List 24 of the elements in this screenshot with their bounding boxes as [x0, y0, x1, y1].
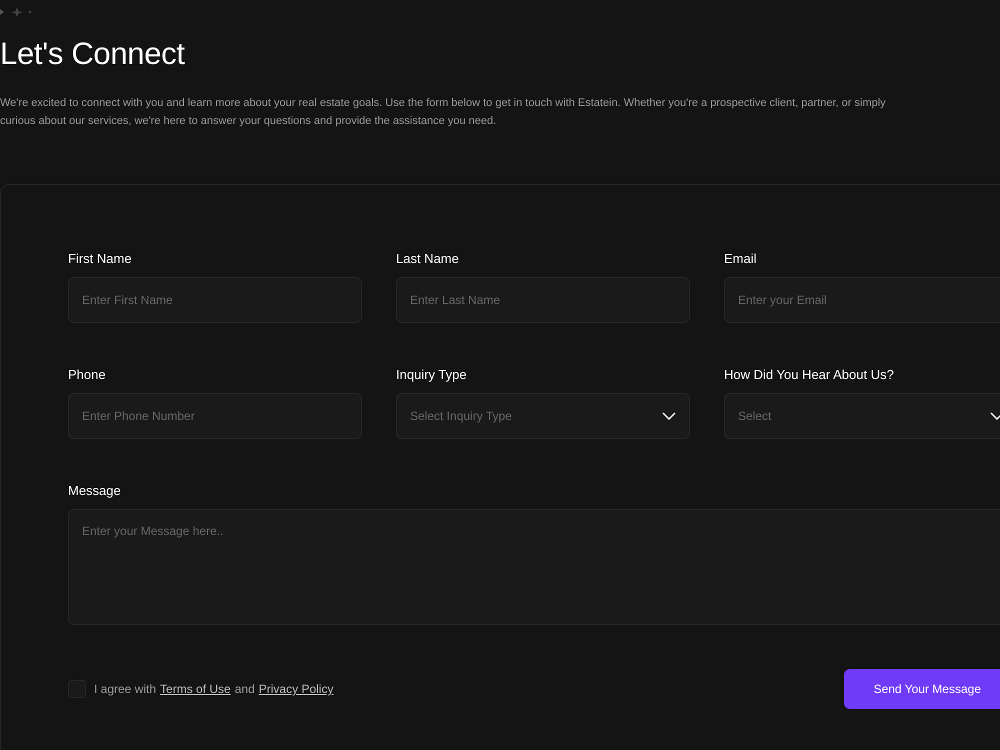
- select-field[interactable]: Select Inquiry Type: [396, 393, 690, 439]
- message-field[interactable]: Enter your Message here..: [68, 509, 1000, 625]
- field-label: First Name: [68, 251, 132, 266]
- send-button[interactable]: Send Your Message: [844, 669, 1000, 709]
- input-field[interactable]: Enter First Name: [68, 277, 362, 323]
- input-field[interactable]: Enter Last Name: [396, 277, 690, 323]
- field-label: Email: [724, 251, 757, 266]
- agree-text: and: [234, 682, 255, 696]
- agree-text: I agree with: [94, 682, 156, 696]
- chevron-down-icon: [662, 412, 676, 420]
- field-label: Message: [68, 483, 121, 498]
- terms-link[interactable]: Terms of Use: [160, 682, 231, 696]
- privacy-link[interactable]: Privacy Policy: [258, 682, 334, 696]
- field-label: Last Name: [396, 251, 459, 266]
- input-field[interactable]: Enter your Email: [724, 277, 1000, 323]
- input-field[interactable]: Enter Phone Number: [68, 393, 362, 439]
- page-title: Let's Connect: [0, 36, 186, 72]
- field-label: Inquiry Type: [396, 367, 467, 382]
- sparkle-icon: [0, 6, 34, 18]
- field-label: How Did You Hear About Us?: [724, 367, 894, 382]
- field-label: Phone: [68, 367, 106, 382]
- intro-paragraph: We're excited to connect with you and learn more about your real estate goals. Use the form below to get in touch with Estatein. Whether you're a prospective client, partner, or simply curious about our services, we're here to answer your questions and provide the assistance you need.: [0, 96, 887, 129]
- select-field[interactable]: Select: [724, 393, 1000, 439]
- chevron-down-icon: [990, 412, 1000, 420]
